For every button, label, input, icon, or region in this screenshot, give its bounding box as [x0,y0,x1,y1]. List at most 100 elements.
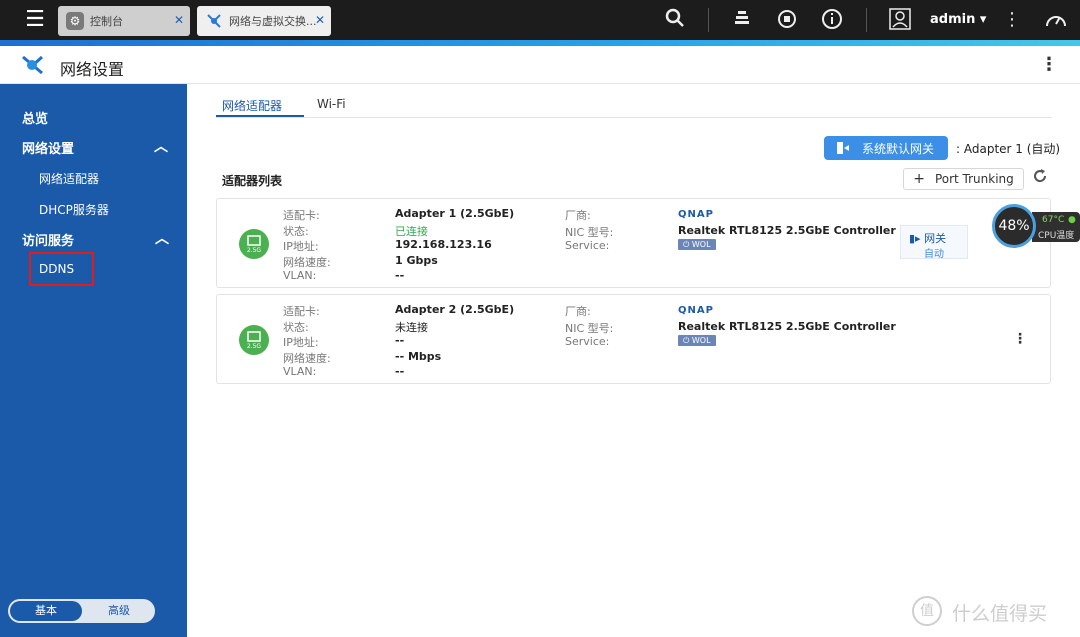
chevron-up-icon: ︿ [155,231,169,247]
menu-icon[interactable]: ☰ [20,6,50,34]
page-title: 网络设置 [60,60,125,79]
adapter-card[interactable]: 2.5G 适配卡: 状态: IP地址: 网络速度: VLAN: Adapter … [216,198,1051,288]
ip-address: 192.168.123.16 [395,238,492,251]
leaf-icon: ● [1068,215,1076,225]
wol-badge: ⏻ WOL [678,239,716,250]
label-vlan: VLAN: [283,365,317,378]
label-nic: NIC 型号: [565,226,614,239]
network-icon [20,54,44,76]
gateway-tag-label: 网关 [924,232,947,245]
info-icon[interactable] [820,8,844,32]
label-speed: 网络速度: [283,256,331,269]
label-vendor: 厂商: [565,305,591,318]
svg-text:2.5G: 2.5G [247,343,262,350]
cpu-widget[interactable]: 67°C ● CPU温度 48% [992,204,1080,248]
dashboard-gauge-icon[interactable] [1044,8,1068,32]
gateway-tag: ▮▸ 网关 自动 [900,225,968,260]
network-speed: -- Mbps [395,350,442,363]
label-speed: 网络速度: [283,352,331,365]
adapter-name: Adapter 2 (2.5GbE) [395,303,515,316]
highlight-box [29,252,94,286]
gateway-icon: ▮▸ [909,232,921,245]
label-status: 状态: [283,321,309,334]
gateway-value: : Adapter 1 (自动) [956,142,1061,156]
gateway-mode: 自动 [924,249,944,260]
top-bar: ☰ ⚙ 控制台 ✕ 网络与虚拟交换... ✕ admin ▾ ⋮ [0,0,1080,40]
divider [216,117,1052,118]
tab-label: 控制台 [90,15,123,28]
label-vlan: VLAN: [283,269,317,282]
gateway-icon [836,141,850,155]
tab-label: 网络与虚拟交换... [229,15,317,28]
status-badge: 已连接 [395,225,428,238]
default-gateway-button[interactable]: 系统默认网关 [824,136,948,160]
status-badge: 未连接 [395,321,428,334]
tab-network-adapter[interactable]: 网络适配器 [222,97,282,114]
ethernet-2.5g-icon: 2.5G [239,229,269,259]
sidebar-item-network-adapter[interactable]: 网络适配器 [39,170,226,187]
wol-badge: ⏻ WOL [678,335,716,346]
sidebar-item-access-services[interactable]: 访问服务 ︿ [22,230,209,249]
chevron-up-icon: ︿ [154,139,168,155]
network-speed: 1 Gbps [395,254,438,267]
qnap-logo: QNAP [678,209,714,220]
label-service: Service: [565,335,610,348]
user-avatar-icon[interactable] [888,8,912,32]
user-menu[interactable]: admin ▾ [930,12,986,27]
vlan-value: -- [395,269,405,282]
watermark-logo: 值 [912,596,942,626]
tab-wifi[interactable]: Wi-Fi [317,97,346,111]
cpu-usage: 48% [992,204,1036,248]
username: admin [930,12,976,27]
label-status: 状态: [283,225,309,238]
more-options-icon[interactable]: ⋮ [1000,8,1024,32]
label-adapter: 适配卡: [283,209,320,222]
label-service: Service: [565,239,610,252]
mode-basic-button[interactable]: 基本 [10,601,82,621]
svg-text:2.5G: 2.5G [247,247,262,254]
tab-network[interactable]: 网络与虚拟交换... ✕ [197,6,331,36]
label-nic: NIC 型号: [565,322,614,335]
label-ip: IP地址: [283,240,319,253]
network-icon [205,12,223,30]
tab-dashboard[interactable]: ⚙ 控制台 ✕ [58,6,190,36]
label-ip: IP地址: [283,336,319,349]
refresh-icon[interactable] [1032,168,1048,188]
cpu-temp-pill: 67°C ● CPU温度 [1032,212,1080,242]
port-trunking-button[interactable]: + Port Trunking [903,168,1024,190]
gear-icon: ⚙ [66,12,84,30]
nic-model: Realtek RTL8125 2.5GbE Controller [678,320,896,333]
sync-icon[interactable] [775,8,799,32]
divider [708,8,709,32]
mode-advanced-button[interactable]: 高级 [84,601,154,621]
cpu-temp-label: CPU温度 [1038,231,1075,241]
close-icon[interactable]: ✕ [174,13,184,27]
sidebar-item-overview[interactable]: 总览 [22,108,209,127]
label-adapter: 适配卡: [283,305,320,318]
port-trunking-label: Port Trunking [934,172,1014,186]
adapter-name: Adapter 1 (2.5GbE) [395,207,515,220]
close-icon[interactable]: ✕ [315,13,325,27]
sidebar: 总览 网络设置 ︿ 网络适配器 DHCP服务器 访问服务 ︿ DDNS 基本 高级 [0,84,187,637]
label-vendor: 厂商: [565,209,591,222]
ethernet-2.5g-icon: 2.5G [239,325,269,355]
divider [866,8,867,32]
nic-model: Realtek RTL8125 2.5GbE Controller [678,224,896,237]
sidebar-item-dhcp-server[interactable]: DHCP服务器 [39,201,226,218]
vlan-value: -- [395,365,405,378]
gateway-button-label: 系统默认网关 [862,141,935,156]
mode-toggle[interactable]: 基本 高级 [8,599,155,623]
sidebar-item-network-settings[interactable]: 网络设置 ︿ [22,138,209,157]
cpu-temp: 67°C [1042,215,1065,225]
more-options-icon[interactable]: ⋮ [1013,331,1027,347]
app-header: 网络设置 ⋮ [0,46,1080,84]
adapter-list-title: 适配器列表 [222,174,283,188]
more-options-icon[interactable]: ⋮ [1040,54,1058,75]
plus-icon: + [913,171,925,187]
stack-icon[interactable] [730,8,754,32]
adapter-card[interactable]: 2.5G 适配卡: 状态: IP地址: 网络速度: VLAN: Adapter … [216,294,1051,384]
ip-address: -- [395,334,405,347]
watermark-text: 什么值得买 [952,603,1048,625]
qnap-logo: QNAP [678,305,714,316]
search-icon[interactable] [663,8,687,32]
